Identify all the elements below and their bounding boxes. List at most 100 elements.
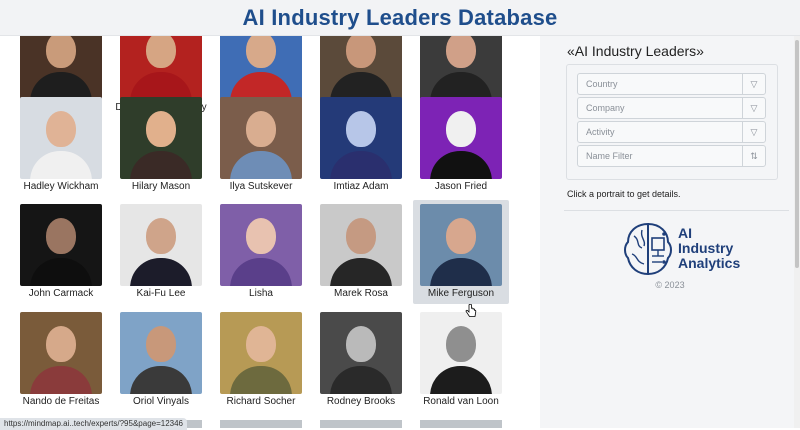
portrait-figure-head xyxy=(146,326,176,362)
portrait-card[interactable]: Nando de Freitas xyxy=(13,312,109,416)
country-filter-placeholder: Country xyxy=(586,79,618,89)
portrait-image[interactable] xyxy=(120,97,202,179)
hint-text: Click a portrait to get details. xyxy=(567,189,681,199)
portrait-image[interactable] xyxy=(220,97,302,179)
portrait-image[interactable] xyxy=(220,36,302,100)
portrait-figure-head xyxy=(46,326,76,362)
portrait-card[interactable]: Hilary Mason xyxy=(113,97,209,201)
portrait-figure-body xyxy=(30,366,92,394)
pointer-hand-icon xyxy=(465,304,477,317)
portrait-figure-body xyxy=(230,72,292,100)
portrait-image[interactable] xyxy=(120,204,202,286)
portrait-image[interactable] xyxy=(120,36,202,100)
brain-logo-icon xyxy=(624,222,672,276)
portrait-card[interactable]: Hadley Wickham xyxy=(13,97,109,201)
name-filter-input[interactable]: Name Filter ⇅ xyxy=(577,145,766,167)
logo-line: Analytics xyxy=(678,255,741,271)
portrait-image[interactable] xyxy=(320,312,402,394)
country-filter[interactable]: Country ▽ xyxy=(577,73,766,95)
status-url: https://mindmap.ai..tech/experts/?95&pag… xyxy=(0,418,188,430)
portrait-card[interactable]: Mike Ferguson xyxy=(413,200,509,304)
portrait-figure-head xyxy=(346,111,376,147)
portrait-card[interactable]: Jason Fried xyxy=(413,97,509,201)
portrait-image-partial xyxy=(320,420,402,428)
portrait-figure-body xyxy=(430,366,492,394)
portrait-figure-head xyxy=(346,326,376,362)
portrait-card[interactable]: Ilya Sutskever xyxy=(213,97,309,201)
divider xyxy=(564,210,789,211)
portrait-name: Kai-Fu Lee xyxy=(136,288,186,299)
sort-icon[interactable]: ⇅ xyxy=(742,146,765,166)
portrait-card[interactable]: Lisha xyxy=(213,204,309,308)
portrait-name: Hadley Wickham xyxy=(23,181,99,192)
filter-funnel-icon[interactable]: ▽ xyxy=(742,122,765,142)
portrait-figure-body xyxy=(330,72,392,100)
portrait-card[interactable]: Marek Rosa xyxy=(313,204,409,308)
copyright: © 2023 xyxy=(655,280,685,290)
portrait-image[interactable] xyxy=(20,204,102,286)
portrait-card[interactable]: Oriol Vinyals xyxy=(113,312,209,416)
portrait-card[interactable]: Imtiaz Adam xyxy=(313,97,409,201)
portrait-image[interactable] xyxy=(420,204,502,286)
portrait-name: Hilary Mason xyxy=(131,181,191,192)
portrait-name: Lisha xyxy=(249,288,273,299)
logo-text: AI Industry Analytics xyxy=(678,226,740,271)
portrait-image[interactable] xyxy=(20,97,102,179)
portrait-image[interactable] xyxy=(420,97,502,179)
portrait-figure-body xyxy=(30,72,92,100)
portrait-figure-head xyxy=(246,111,276,147)
portrait-image[interactable] xyxy=(120,312,202,394)
portrait-image-partial xyxy=(420,420,502,428)
portrait-figure-body xyxy=(30,151,92,179)
name-filter-placeholder: Name Filter xyxy=(586,151,633,161)
scrollbar-thumb[interactable] xyxy=(795,40,799,268)
portrait-card[interactable]: Ronald van Loon xyxy=(413,312,509,416)
portrait-name: Rodney Brooks xyxy=(326,396,396,407)
portrait-figure-body xyxy=(430,72,492,100)
portrait-figure-body xyxy=(130,366,192,394)
portrait-image[interactable] xyxy=(20,312,102,394)
portrait-figure-head xyxy=(446,36,476,68)
portrait-figure-head xyxy=(446,218,476,254)
portrait-image[interactable] xyxy=(320,204,402,286)
portrait-image[interactable] xyxy=(320,36,402,100)
portrait-figure-head xyxy=(346,218,376,254)
portrait-image[interactable] xyxy=(420,312,502,394)
portrait-figure-body xyxy=(430,258,492,286)
portrait-image[interactable] xyxy=(220,204,302,286)
filter-panel: Country ▽ Company ▽ Activity ▽ Name Filt… xyxy=(566,64,778,180)
portrait-figure-body xyxy=(30,258,92,286)
portrait-name: Nando de Freitas xyxy=(22,396,100,407)
portrait-image[interactable] xyxy=(420,36,502,100)
portrait-name: Ilya Sutskever xyxy=(229,181,293,192)
page-header: AI Industry Leaders Database xyxy=(0,0,800,36)
portrait-name: Oriol Vinyals xyxy=(133,396,189,407)
filter-funnel-icon[interactable]: ▽ xyxy=(742,98,765,118)
portrait-image[interactable] xyxy=(20,36,102,100)
portrait-figure-head xyxy=(246,326,276,362)
filter-funnel-icon[interactable]: ▽ xyxy=(742,74,765,94)
portrait-figure-body xyxy=(430,151,492,179)
portrait-card[interactable]: Richard Socher xyxy=(213,312,309,416)
portrait-name: Marek Rosa xyxy=(334,288,388,299)
portrait-figure-body xyxy=(330,258,392,286)
sidebar: «AI Industry Leaders» Country ▽ Company … xyxy=(540,36,800,428)
portrait-figure-head xyxy=(146,36,176,68)
portrait-figure-head xyxy=(246,218,276,254)
portrait-card[interactable]: Rodney Brooks xyxy=(313,312,409,416)
portrait-figure-body xyxy=(130,72,192,100)
company-filter[interactable]: Company ▽ xyxy=(577,97,766,119)
portrait-image[interactable] xyxy=(220,312,302,394)
portrait-card[interactable]: Kai-Fu Lee xyxy=(113,204,209,308)
portrait-figure-head xyxy=(146,111,176,147)
portrait-figure-head xyxy=(246,36,276,68)
portrait-figure-head xyxy=(46,111,76,147)
portrait-figure-head xyxy=(46,36,76,68)
portrait-image[interactable] xyxy=(320,97,402,179)
portrait-figure-body xyxy=(330,366,392,394)
scrollbar[interactable] xyxy=(794,36,800,428)
portrait-card[interactable]: John Carmack xyxy=(13,204,109,308)
activity-filter[interactable]: Activity ▽ xyxy=(577,121,766,143)
portrait-figure-body xyxy=(230,258,292,286)
logo: AI Industry Analytics xyxy=(622,220,752,280)
